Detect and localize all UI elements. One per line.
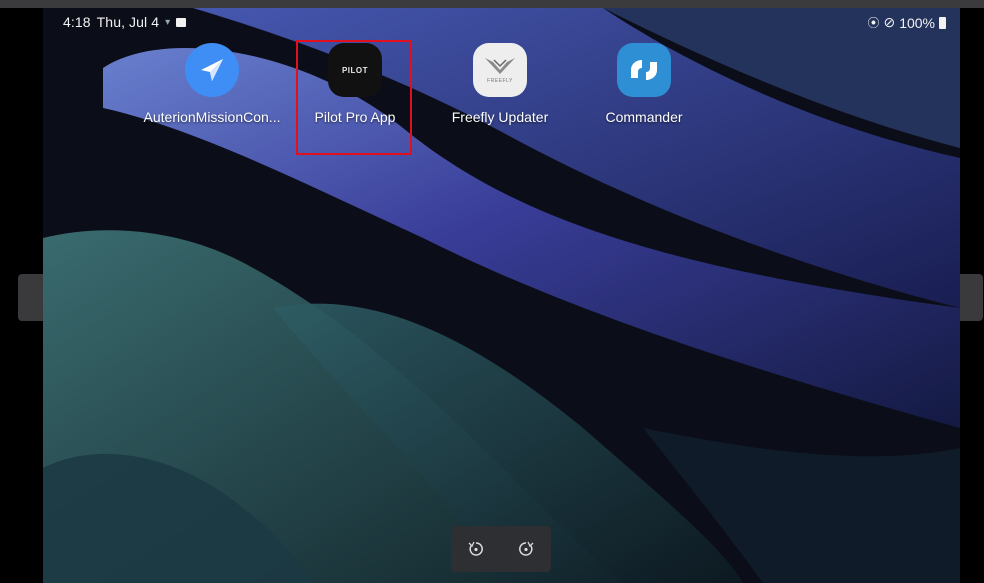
freefly-icon: FREEFLY	[473, 43, 527, 97]
notification-icon	[176, 17, 187, 27]
app-commander[interactable]: Commander	[574, 43, 714, 125]
wifi-icon: ⦿	[867, 16, 880, 30]
clock-time: 4:18	[63, 14, 91, 30]
paper-plane-icon	[185, 43, 239, 97]
rotation-controls	[451, 526, 551, 572]
highlight-box	[296, 40, 412, 155]
device-frame: 〈 〉	[0, 0, 984, 583]
rotate-left-button[interactable]	[461, 534, 491, 564]
app-auterion-mission-control[interactable]: AuterionMissionCon...	[142, 43, 282, 125]
app-freefly-updater[interactable]: FREEFLY Freefly Updater	[430, 43, 570, 125]
home-screen: 4:18 Thu, Jul 4 ▾ ⦿ ⊘ 100% AuterionMissi…	[43, 8, 960, 583]
battery-icon	[939, 16, 946, 29]
status-bar-right: ⦿ ⊘ 100%	[867, 14, 946, 31]
app-label: AuterionMissionCon...	[143, 109, 281, 125]
freefly-logo-text: FREEFLY	[487, 78, 513, 84]
volume-off-icon: ▾	[165, 16, 171, 28]
app-label: Commander	[605, 109, 683, 125]
battery-percent: 100%	[899, 14, 935, 31]
app-label: Freefly Updater	[451, 109, 549, 125]
rotate-left-icon	[468, 541, 483, 556]
dnd-icon: ⊘	[883, 14, 896, 30]
window-top-bar	[0, 0, 984, 8]
commander-icon	[617, 43, 671, 97]
clock-date: Thu, Jul 4	[96, 14, 160, 30]
status-bar-left: 4:18 Thu, Jul 4 ▾	[63, 14, 187, 30]
rotate-right-icon	[519, 541, 534, 556]
rotate-right-button[interactable]	[511, 534, 541, 564]
